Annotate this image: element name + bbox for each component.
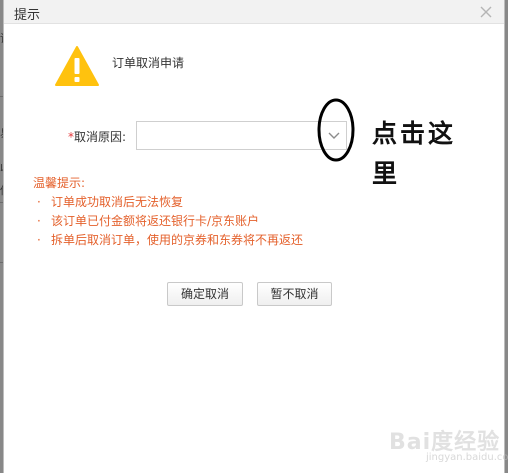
- list-item: · 该订单已付金额将返还银行卡/京东账户: [33, 212, 303, 231]
- annotation-text: 点击这里: [372, 119, 457, 188]
- bullet-dot: ·: [37, 233, 41, 247]
- close-button[interactable]: [478, 4, 494, 20]
- tip-text: 订单成功取消后无法恢复: [51, 195, 184, 209]
- annotation-circle: [317, 98, 355, 162]
- tip-text: 该订单已付金额将返还银行卡/京东账户: [51, 214, 260, 228]
- bullet-dot: ·: [37, 214, 41, 228]
- cancel-order-dialog: 提示 订单取消申请 *取消原因: 点击这里 温馨提示: · 订单成功取消后无法恢复…: [3, 0, 508, 473]
- confirm-cancel-button[interactable]: 确定取消: [167, 282, 243, 306]
- tips-title: 温馨提示:: [33, 176, 86, 190]
- cancel-reason-label: *取消原因:: [68, 128, 126, 145]
- dialog-heading: 订单取消申请: [112, 56, 185, 70]
- list-item: · 订单成功取消后无法恢复: [33, 193, 303, 212]
- close-x-icon: [480, 6, 492, 18]
- warning-triangle-icon: [55, 46, 99, 86]
- list-item: · 拆单后取消订单，使用的京券和东券将不再返还: [33, 231, 303, 250]
- tips-list: · 订单成功取消后无法恢复 · 该订单已付金额将返还银行卡/京东账户 · 拆单后取消订…: [33, 193, 303, 250]
- keep-order-button[interactable]: 暂不取消: [257, 282, 332, 306]
- dialog-title: 提示: [14, 8, 41, 23]
- dialog-titlebar: 提示: [4, 0, 504, 24]
- tip-text: 拆单后取消订单，使用的京券和东券将不再返还: [51, 233, 304, 247]
- watermark-site: jingyan.baidu.com: [426, 452, 508, 463]
- bullet-dot: ·: [37, 195, 41, 209]
- cancel-reason-label-text: 取消原因:: [74, 130, 127, 144]
